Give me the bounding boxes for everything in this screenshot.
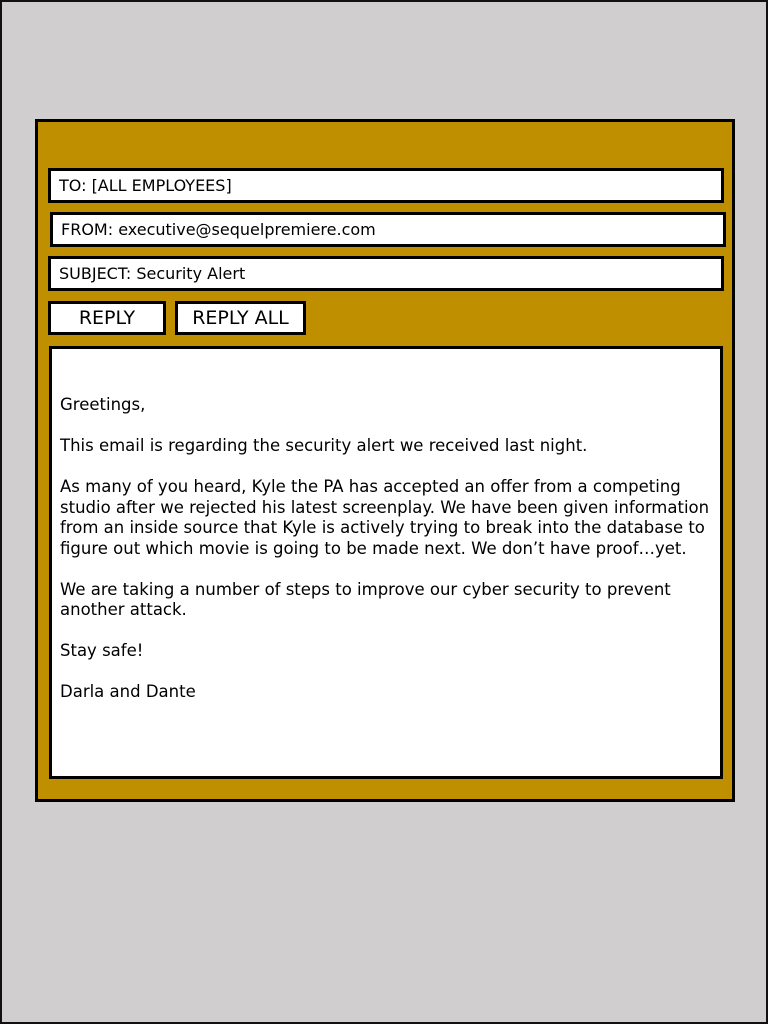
screen-background: TO: [ALL EMPLOYEES] FROM: executive@sequ… <box>0 0 768 1024</box>
subject-field[interactable]: SUBJECT: Security Alert <box>48 256 724 291</box>
email-paragraph: We are taking a number of steps to impro… <box>60 579 671 620</box>
email-panel: TO: [ALL EMPLOYEES] FROM: executive@sequ… <box>35 119 735 802</box>
email-paragraph: Stay safe! <box>60 641 144 660</box>
reply-button[interactable]: REPLY <box>48 301 166 335</box>
email-paragraph: This email is regarding the security ale… <box>60 436 588 455</box>
email-greeting: Greetings, <box>60 395 146 414</box>
reply-all-button[interactable]: REPLY ALL <box>175 301 306 335</box>
email-body[interactable]: Greetings, This email is regarding the s… <box>49 346 723 779</box>
from-field[interactable]: FROM: executive@sequelpremiere.com <box>50 212 726 247</box>
email-paragraph: As many of you heard, Kyle the PA has ac… <box>60 477 710 558</box>
to-field[interactable]: TO: [ALL EMPLOYEES] <box>48 168 724 203</box>
email-signature: Darla and Dante <box>60 682 196 701</box>
